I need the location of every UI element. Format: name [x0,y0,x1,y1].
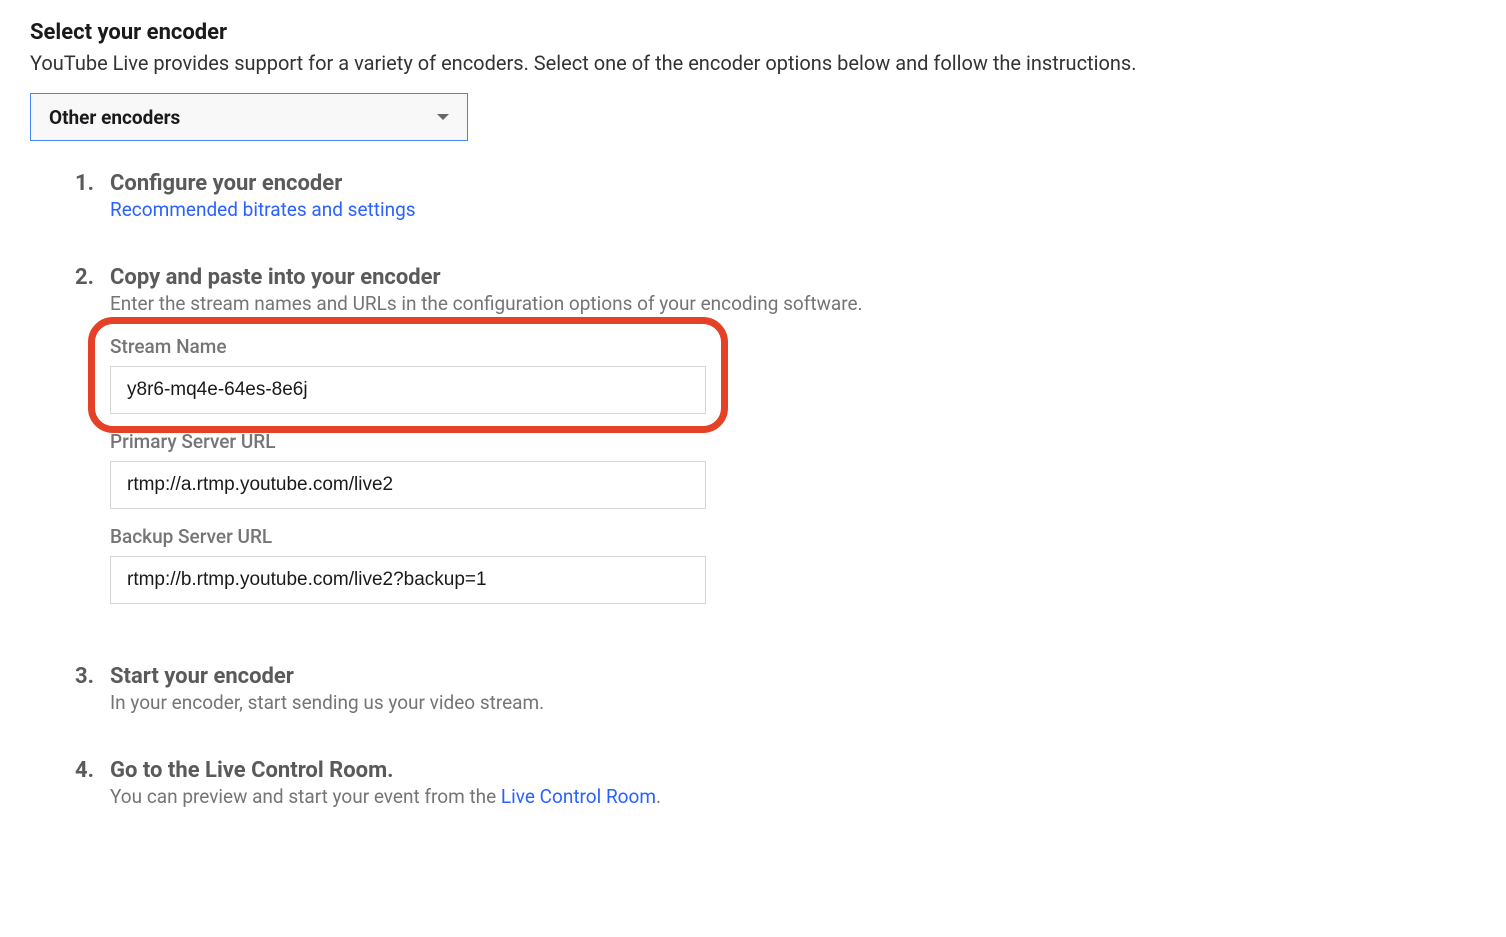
step-number: 4. [75,758,110,808]
live-control-room-link[interactable]: Live Control Room [501,785,656,808]
step-description: You can preview and start your event fro… [110,785,1476,808]
desc-suffix: . [656,785,661,808]
backup-url-label: Backup Server URL [110,525,1476,548]
step-description: In your encoder, start sending us your v… [110,691,1476,714]
encoder-dropdown[interactable]: Other encoders [30,93,468,141]
step-number: 3. [75,664,110,714]
step-copy-paste: 2. Copy and paste into your encoder Ente… [75,265,1476,620]
step-description: Enter the stream names and URLs in the c… [110,292,1476,315]
desc-prefix: You can preview and start your event fro… [110,785,501,808]
chevron-down-icon [437,114,449,120]
step-title: Start your encoder [110,664,1476,689]
step-configure: 1. Configure your encoder Recommended bi… [75,171,1476,221]
steps-list: 1. Configure your encoder Recommended bi… [30,171,1476,808]
backup-url-field-group: Backup Server URL [110,525,1476,604]
primary-url-input[interactable] [110,461,706,509]
stream-name-label: Stream Name [110,335,1476,358]
recommended-bitrates-link[interactable]: Recommended bitrates and settings [110,198,1476,221]
primary-url-field-group: Primary Server URL [110,430,1476,509]
dropdown-label: Other encoders [49,106,180,129]
backup-url-input[interactable] [110,556,706,604]
page-title: Select your encoder [30,20,1476,45]
step-title: Copy and paste into your encoder [110,265,1476,290]
step-control-room: 4. Go to the Live Control Room. You can … [75,758,1476,808]
step-title: Configure your encoder [110,171,1476,196]
stream-name-input[interactable] [110,366,706,414]
stream-name-field-group: Stream Name [110,335,1476,414]
primary-url-label: Primary Server URL [110,430,1476,453]
step-number: 2. [75,265,110,620]
step-number: 1. [75,171,110,221]
page-subtitle: YouTube Live provides support for a vari… [30,51,1476,75]
step-title: Go to the Live Control Room. [110,758,1476,783]
step-start-encoder: 3. Start your encoder In your encoder, s… [75,664,1476,714]
